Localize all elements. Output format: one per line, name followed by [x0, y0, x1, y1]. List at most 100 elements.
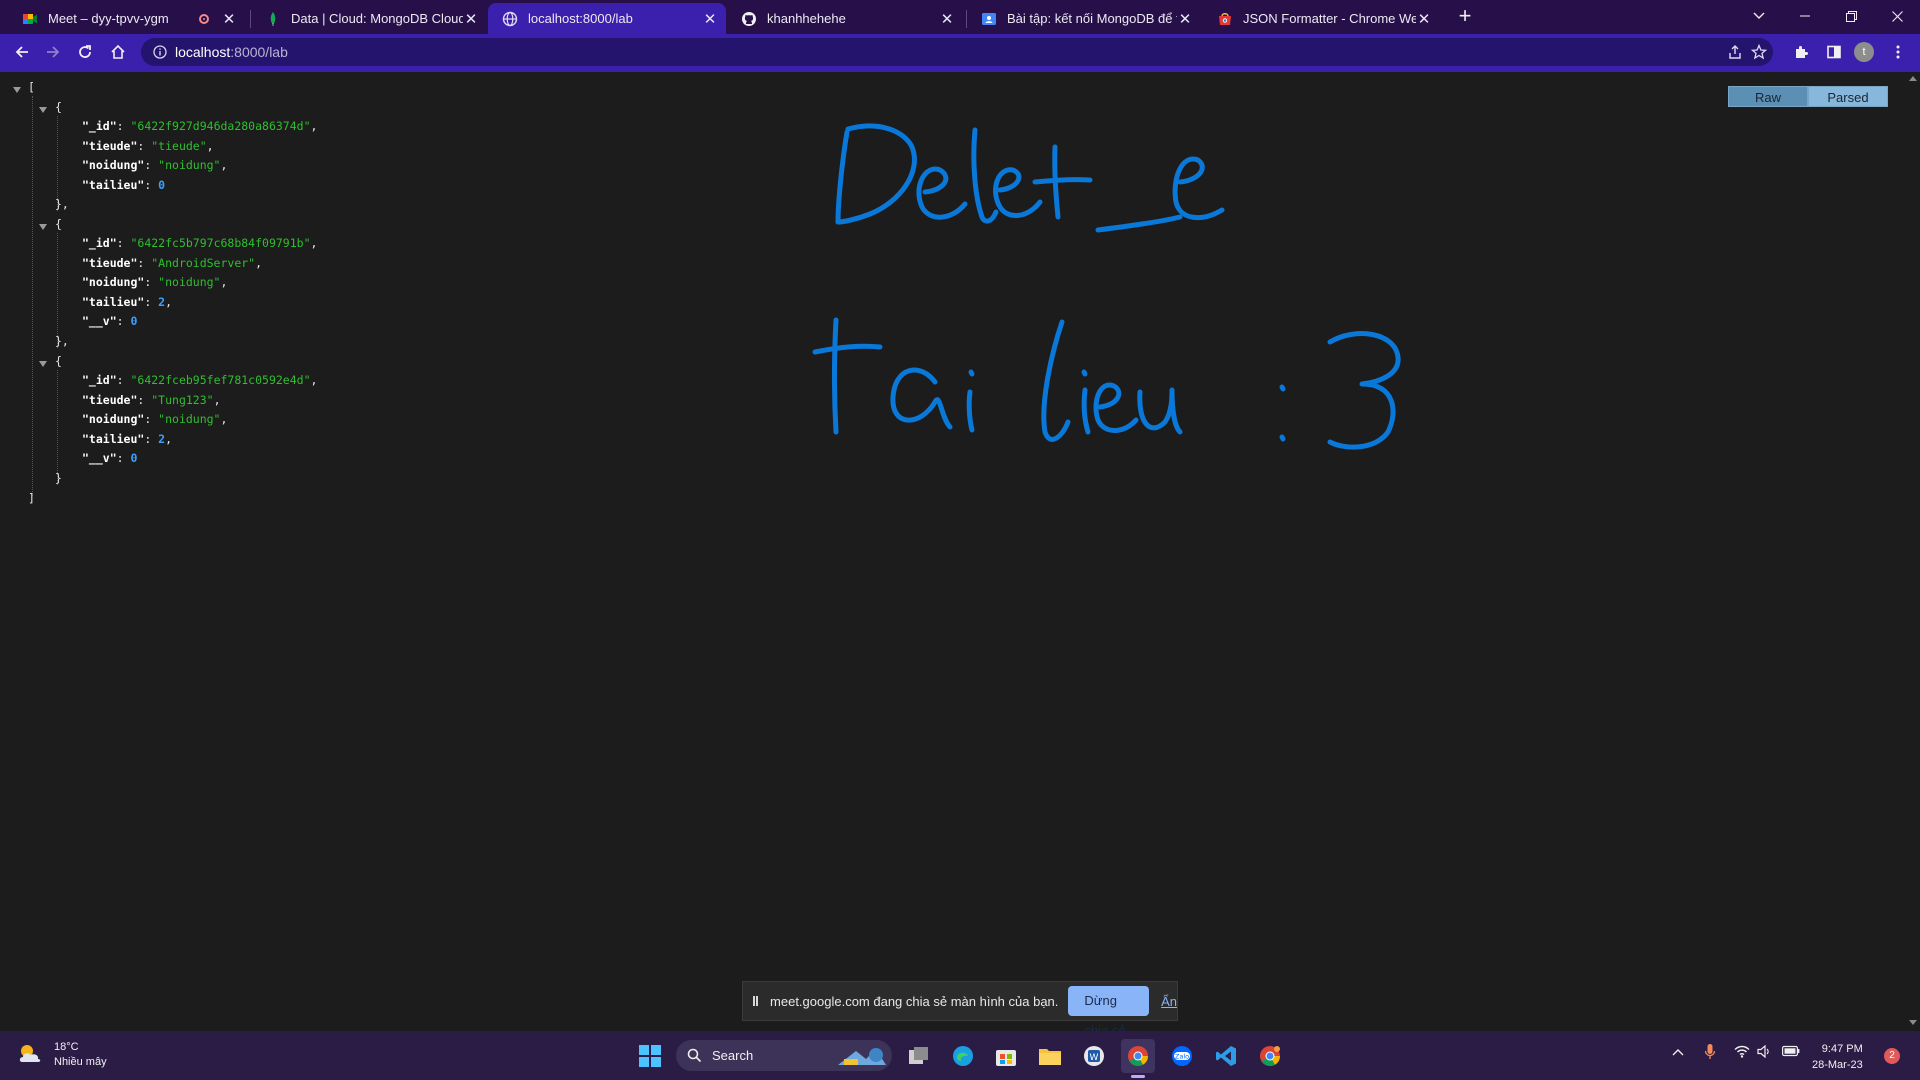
taskbar-clock[interactable]: 9:47 PM 28-Mar-23 [1812, 1041, 1863, 1073]
close-tab-icon[interactable]: ✕ [1177, 11, 1193, 28]
globe-icon [502, 11, 518, 26]
volume-tray-button[interactable] [1757, 1044, 1771, 1061]
classroom-icon [982, 12, 996, 25]
task-view-button[interactable] [902, 1039, 936, 1073]
tab-mongodb-cloud[interactable]: Data | Cloud: MongoDB Cloud ✕ [251, 3, 487, 34]
windows-logo-icon [639, 1045, 661, 1067]
home-button[interactable] [104, 38, 132, 66]
tab-json-formatter[interactable]: JSON Formatter - Chrome Web S ✕ [1203, 3, 1440, 34]
minimize-button[interactable] [1782, 0, 1828, 32]
close-icon [1891, 10, 1903, 22]
notification-badge[interactable]: 2 [1884, 1048, 1900, 1064]
arrow-left-icon [15, 46, 28, 58]
search-highlight-illustration-icon [838, 1048, 886, 1065]
svg-text:W: W [1090, 1053, 1099, 1063]
screen-share-banner: meet.google.com đang chia sẻ màn hình củ… [742, 981, 1178, 1038]
vscode-taskbar-button[interactable] [1209, 1039, 1243, 1073]
active-app-indicator [1131, 1075, 1145, 1078]
restore-button[interactable] [1828, 0, 1874, 32]
forward-button[interactable] [39, 38, 67, 66]
home-icon [111, 44, 125, 59]
close-tab-icon[interactable]: ✕ [221, 11, 237, 28]
tab-label: khanhhehehe [767, 11, 846, 26]
store-taskbar-button[interactable] [989, 1039, 1023, 1073]
tab-localhost-lab[interactable]: localhost:8000/lab ✕ [488, 3, 726, 34]
tab-label: JSON Formatter - Chrome Web S [1243, 11, 1416, 26]
chrome-profile-taskbar-button[interactable] [1253, 1039, 1287, 1073]
github-icon [742, 11, 756, 26]
clock-time: 9:47 PM [1821, 1043, 1863, 1055]
star-icon [1751, 44, 1767, 60]
vertical-scrollbar[interactable] [1906, 72, 1920, 1031]
new-tab-button[interactable]: + [1453, 5, 1477, 29]
close-tab-icon[interactable]: ✕ [702, 11, 718, 28]
tab-google-classroom[interactable]: Bài tập: kết nối MongoDB để thể ✕ [967, 3, 1201, 34]
close-tab-icon[interactable]: ✕ [463, 11, 479, 28]
handwritten-annotation [812, 123, 1401, 450]
minimize-icon [1800, 15, 1810, 17]
close-tab-icon[interactable]: ✕ [1416, 11, 1432, 28]
chrome-icon [1260, 1046, 1281, 1066]
edge-icon [953, 1046, 973, 1066]
back-button[interactable] [8, 38, 36, 66]
chrome-icon [1128, 1046, 1149, 1066]
address-bar[interactable]: localhost:8000/lab [141, 38, 1773, 66]
edge-taskbar-button[interactable] [946, 1039, 980, 1073]
weather-temperature: 18°C [54, 1041, 79, 1053]
clock-date: 28-Mar-23 [1812, 1059, 1863, 1071]
extensions-button[interactable] [1787, 38, 1815, 66]
windows-taskbar: 18°C Nhiều mây Search W Zalo 9:47 PM 28-… [0, 1031, 1920, 1080]
tab-label: Data | Cloud: MongoDB Cloud [291, 11, 463, 26]
word-icon: W [1084, 1046, 1104, 1066]
start-button[interactable] [633, 1039, 667, 1073]
close-tab-icon[interactable]: ✕ [939, 11, 955, 28]
chrome-menu-button[interactable] [1884, 38, 1912, 66]
restore-icon [1845, 10, 1857, 22]
task-view-icon [909, 1047, 928, 1064]
tab-label: Bài tập: kết nối MongoDB để thể [1007, 11, 1177, 26]
word-taskbar-button[interactable]: W [1077, 1039, 1111, 1073]
weather-widget[interactable]: 18°C Nhiều mây [16, 1040, 107, 1070]
volume-icon [1757, 1044, 1769, 1059]
taskbar-search[interactable]: Search [676, 1040, 892, 1071]
hide-banner-link[interactable]: Ẩn [1161, 994, 1177, 1009]
file-explorer-taskbar-button[interactable] [1033, 1039, 1067, 1073]
close-window-button[interactable] [1874, 0, 1920, 32]
svg-text:Zalo: Zalo [1175, 1053, 1189, 1061]
tab-google-meet[interactable]: Meet – dyy-tpvv-ygm ✕ [8, 3, 245, 34]
search-label: Search [712, 1048, 754, 1063]
zalo-taskbar-button[interactable]: Zalo [1165, 1039, 1199, 1073]
wifi-icon [1734, 1045, 1750, 1058]
microphone-tray-button[interactable] [1704, 1043, 1716, 1064]
network-tray-button[interactable] [1734, 1045, 1750, 1061]
vscode-icon [1216, 1046, 1236, 1066]
tab-label: Meet – dyy-tpvv-ygm [48, 11, 169, 26]
mongodb-leaf-icon [270, 11, 276, 26]
tab-label: localhost:8000/lab [528, 11, 633, 26]
site-info-icon[interactable] [153, 45, 167, 59]
battery-icon [1782, 1045, 1800, 1057]
google-meet-icon [23, 13, 37, 24]
drag-handle-icon[interactable] [753, 996, 759, 1006]
tab-github[interactable]: khanhhehehe ✕ [727, 3, 963, 34]
arrow-right-icon [47, 46, 60, 58]
weather-condition: Nhiều mây [54, 1056, 107, 1068]
share-icon [1729, 45, 1741, 59]
stop-sharing-button[interactable]: Dừng chia sẻ [1068, 986, 1150, 1038]
side-panel-icon [1827, 45, 1841, 59]
tab-search-button[interactable] [1736, 0, 1782, 32]
microphone-icon [1704, 1044, 1716, 1059]
browser-toolbar: localhost:8000/lab t [0, 34, 1920, 70]
show-hidden-icons-button[interactable] [1672, 1045, 1684, 1059]
chrome-taskbar-button[interactable] [1121, 1039, 1155, 1073]
battery-tray-button[interactable] [1782, 1045, 1800, 1060]
profile-avatar[interactable]: t [1854, 42, 1874, 62]
scroll-down-icon[interactable] [1909, 1020, 1917, 1025]
reload-button[interactable] [71, 38, 99, 66]
side-panel-button[interactable] [1820, 38, 1848, 66]
scroll-up-icon[interactable] [1909, 76, 1917, 81]
bookmark-button[interactable] [1745, 38, 1773, 66]
page-content: [ { "_id": "6422f927d946da280a86374d", "… [0, 72, 1906, 1038]
more-vertical-icon [1896, 45, 1900, 59]
browser-screen: Meet – dyy-tpvv-ygm ✕ Data | Cloud: Mong… [0, 0, 1920, 1080]
